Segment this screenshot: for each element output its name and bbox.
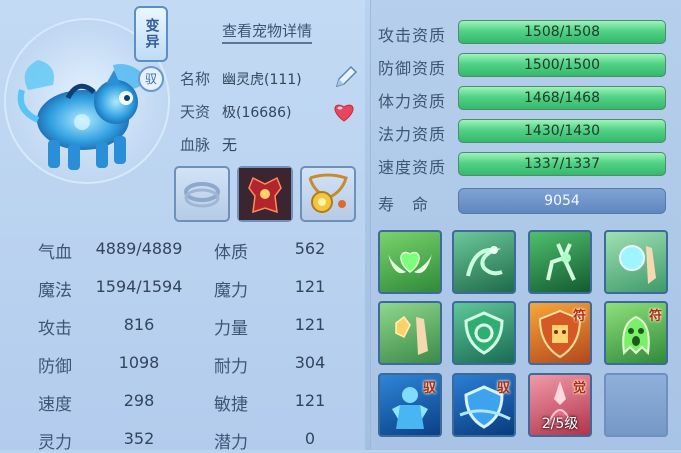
skill-level: 2/5级: [541, 416, 579, 432]
skill-slot[interactable]: [528, 230, 592, 294]
palm-crystal-skill-icon: [395, 315, 428, 355]
empty-skill-slot-icon: [606, 375, 666, 435]
skill-tag: 驭: [422, 381, 436, 396]
aptitude-bar: 1337/1337: [458, 152, 666, 176]
stat-label: 防御: [38, 357, 72, 377]
skill-slot[interactable]: [452, 230, 516, 294]
stat-value: 0: [304, 429, 316, 448]
stat-label: 敏捷: [214, 395, 248, 415]
stat-label: 气血: [38, 243, 72, 263]
stat-value: 304: [294, 353, 326, 372]
skill-slot[interactable]: 符: [604, 301, 668, 365]
rename-pencil-icon[interactable]: [333, 64, 359, 94]
mutant-badge: 变异: [134, 6, 168, 62]
skill-slot[interactable]: 驭: [452, 373, 516, 437]
green-spirit-skill-icon: [466, 246, 503, 277]
skill-slot[interactable]: 符: [528, 301, 592, 365]
stat-value: 816: [123, 315, 155, 334]
winged-heart-skill-icon: [388, 251, 432, 274]
stat-label: 魔力: [214, 281, 248, 301]
stat-value: 121: [294, 277, 326, 296]
lifespan-label: 寿 命: [378, 195, 430, 214]
view-pet-details-link[interactable]: 查看宠物详情: [222, 20, 313, 44]
stat-value: 1098: [118, 353, 160, 372]
stat-label: 攻击: [38, 319, 72, 339]
skill-slot[interactable]: 驭: [378, 373, 442, 437]
golden-amulet-icon: [308, 173, 348, 213]
stat-label: 耐力: [214, 357, 248, 377]
pet-talent-label: 天资: [180, 103, 211, 121]
aptitude-bar: 1430/1430: [458, 119, 666, 143]
pet-bloodline-row: 血脉无: [180, 134, 237, 155]
equipment-slot-1[interactable]: [174, 166, 230, 222]
aptitude-bar: 1468/1468: [458, 86, 666, 110]
aptitude-label: 攻击资质: [378, 26, 447, 45]
stat-value: 121: [294, 315, 326, 334]
pet-name-value: 幽灵虎(111): [222, 72, 302, 88]
ghost-tiger-icon: [17, 60, 148, 170]
pet-portrait[interactable]: [8, 40, 158, 184]
skill-slot[interactable]: 觉 2/5级: [528, 373, 592, 437]
yu-badge: 驭: [138, 66, 164, 92]
pet-name-label: 名称: [180, 70, 211, 88]
stat-label: 体质: [214, 243, 248, 263]
aptitude-value: 1468/1468: [524, 90, 600, 106]
stat-label: 力量: [214, 319, 248, 339]
skill-slot-empty[interactable]: [604, 373, 668, 437]
skill-tag: 驭: [496, 381, 510, 396]
aptitude-value: 1500/1500: [524, 57, 600, 73]
aptitude-label: 防御资质: [378, 59, 447, 78]
aptitude-label: 法力资质: [378, 125, 447, 144]
stat-label: 灵力: [38, 433, 72, 453]
equipment-slot-2[interactable]: [237, 166, 293, 222]
aptitude-value: 1337/1337: [524, 156, 600, 172]
lifespan-value: 9054: [544, 193, 580, 209]
aptitude-bar: 1500/1500: [458, 53, 666, 77]
aptitude-bar: 1508/1508: [458, 20, 666, 44]
equipment-slot-3[interactable]: [300, 166, 356, 222]
empty-ring-slot-icon: [184, 182, 220, 208]
stat-value: 562: [294, 239, 326, 258]
red-armor-icon: [239, 168, 291, 220]
skill-slot[interactable]: [604, 230, 668, 294]
aptitude-label: 速度资质: [378, 158, 447, 177]
green-shield-skill-icon: [464, 311, 504, 355]
stat-label: 魔法: [38, 281, 72, 301]
pet-talent-value: 极(16686): [222, 105, 292, 121]
stat-value: 298: [123, 391, 155, 410]
stat-value: 1594/1594: [95, 277, 183, 296]
stat-value: 121: [294, 391, 326, 410]
pet-name-row: 名称 幽灵虎(111): [180, 68, 302, 89]
aptitude-value: 1508/1508: [524, 24, 600, 40]
heart-icon[interactable]: [332, 101, 356, 127]
pet-talent-row: 天资 极(16686): [180, 101, 291, 122]
skill-tag: 觉: [572, 381, 586, 396]
stat-label: 速度: [38, 395, 72, 415]
stat-value: 4889/4889: [95, 239, 183, 258]
skill-slot[interactable]: [452, 301, 516, 365]
stat-value: 352: [123, 429, 155, 448]
skill-slot[interactable]: [378, 301, 442, 365]
pet-bloodline-value: 无: [222, 136, 238, 154]
aptitude-label: 体力资质: [378, 92, 447, 111]
skill-tag: 符: [648, 309, 662, 324]
stat-label: 潜力: [214, 433, 248, 453]
aptitude-value: 1430/1430: [524, 123, 600, 139]
pet-bloodline-label: 血脉: [180, 136, 211, 154]
lifespan-bar: 9054: [458, 188, 666, 214]
skill-tag: 符: [572, 309, 586, 324]
skill-slot[interactable]: [378, 230, 442, 294]
palm-orb-skill-icon: [619, 245, 656, 284]
green-deer-skill-icon: [546, 243, 576, 281]
